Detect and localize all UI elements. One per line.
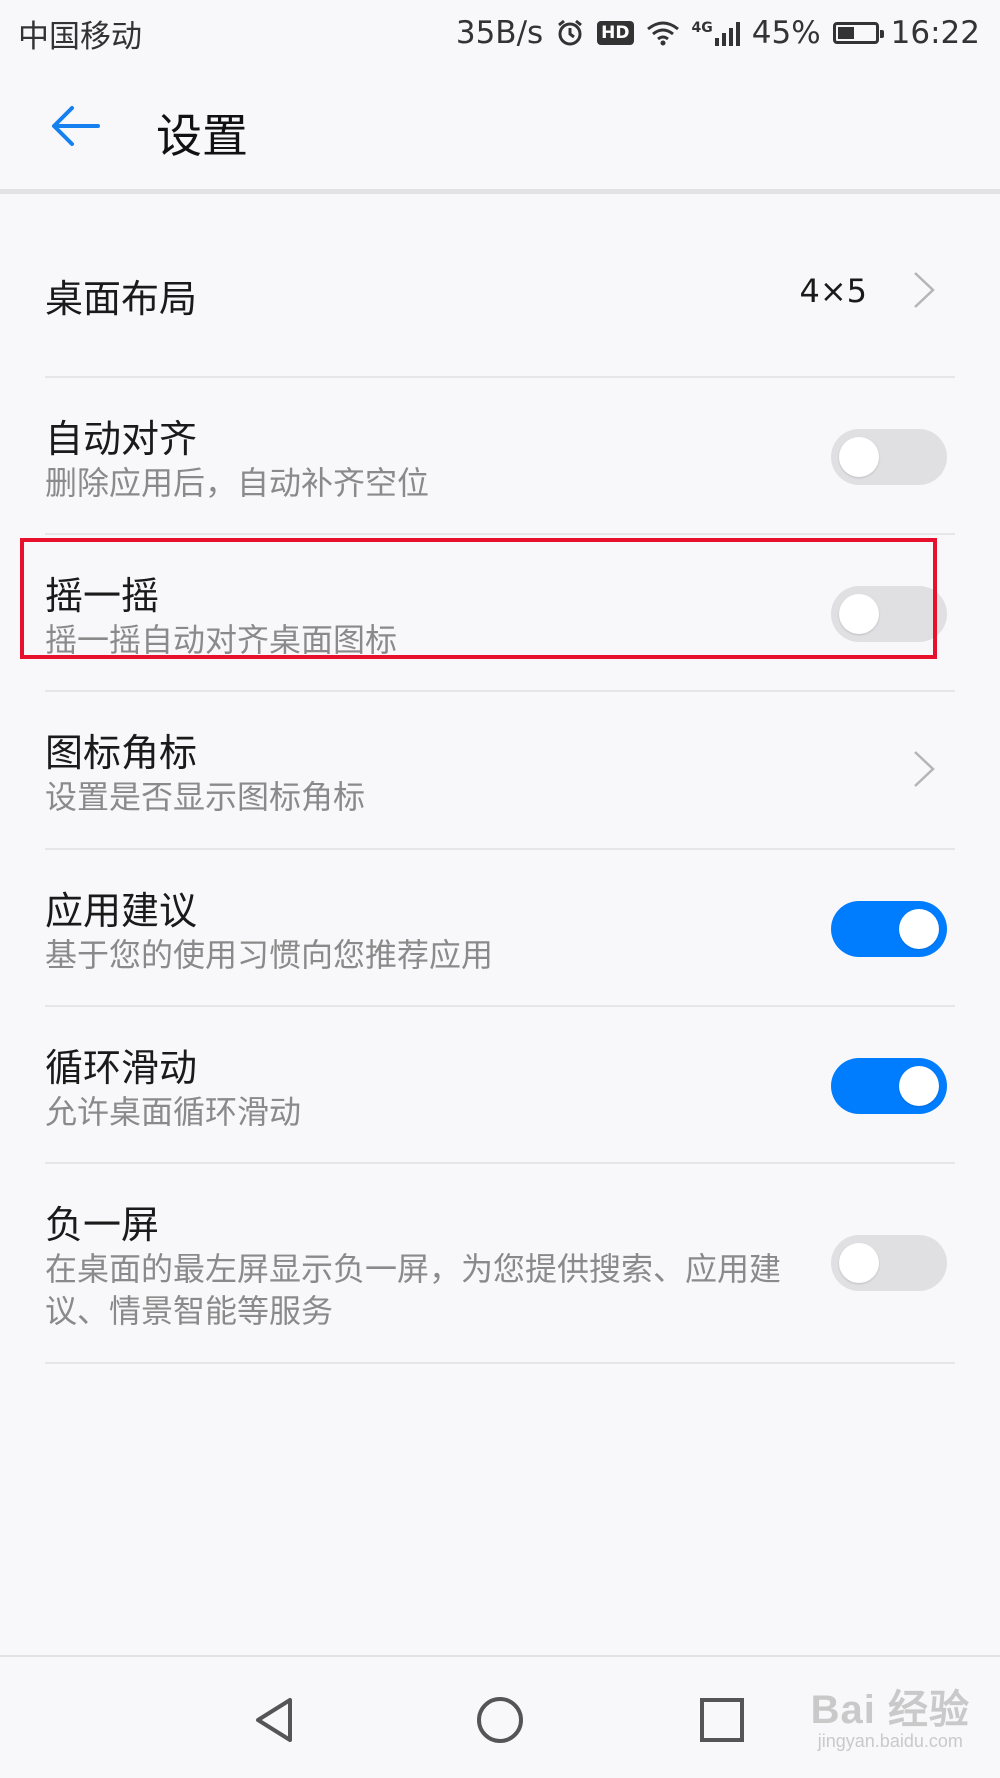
settings-list: 桌面布局 4×5 自动对齐 删除应用后，自动补齐空位 摇一摇 摇一摇自动对齐桌面… (45, 198, 955, 1364)
setting-shake[interactable]: 摇一摇 摇一摇自动对齐桌面图标 (45, 535, 955, 692)
watermark-sub: jingyan.baidu.com (817, 1731, 963, 1751)
toggle-knob (899, 909, 939, 949)
setting-title: 应用建议 (45, 889, 198, 933)
nav-recents-icon[interactable] (694, 1692, 750, 1748)
toggle-knob (839, 594, 879, 634)
chevron-right-icon (914, 751, 935, 787)
status-bar: 中国移动 35B/s HD 4G 45% 16:22 (0, 0, 1000, 66)
setting-loop-scroll[interactable]: 循环滑动 允许桌面循环滑动 (45, 1007, 955, 1164)
hd-badge: HD (597, 21, 634, 45)
minus-one-screen-toggle[interactable] (831, 1235, 947, 1291)
setting-auto-align[interactable]: 自动对齐 删除应用后，自动补齐空位 (45, 378, 955, 535)
auto-align-toggle[interactable] (831, 429, 947, 485)
setting-icon-badge[interactable]: 图标角标 设置是否显示图标角标 (45, 692, 955, 850)
setting-subtitle: 设置是否显示图标角标 (45, 778, 366, 816)
net-speed: 35B/s (455, 15, 544, 51)
back-arrow-icon[interactable] (46, 96, 106, 156)
setting-subtitle: 删除应用后，自动补齐空位 (45, 464, 430, 502)
page-title: 设置 (156, 109, 248, 163)
toggle-knob (839, 1243, 879, 1283)
baidu-jingyan-watermark: Bai 经验 jingyan.baidu.com (811, 1677, 970, 1752)
setting-title: 循环滑动 (45, 1046, 198, 1090)
setting-subtitle: 允许桌面循环滑动 (45, 1093, 302, 1131)
setting-title: 自动对齐 (45, 417, 198, 461)
setting-value: 4×5 (799, 272, 867, 310)
setting-title: 摇一摇 (45, 574, 160, 618)
setting-title: 负一屏 (45, 1203, 160, 1247)
app-bar: 设置 (0, 66, 1000, 194)
setting-title: 图标角标 (45, 731, 198, 775)
setting-title: 桌面布局 (45, 277, 198, 321)
watermark-main: Bai 经验 (810, 1688, 970, 1732)
network-type: 4G (691, 20, 713, 36)
navigation-bar: Bai 经验 jingyan.baidu.com (0, 1655, 1000, 1778)
shake-toggle[interactable] (831, 586, 947, 642)
battery-icon (832, 22, 884, 44)
setting-desktop-layout[interactable]: 桌面布局 4×5 (45, 198, 955, 378)
setting-minus-one-screen[interactable]: 负一屏 在桌面的最左屏显示负一屏，为您提供搜索、应用建议、情景智能等服务 (45, 1164, 955, 1364)
carrier-label: 中国移动 (18, 18, 142, 55)
nav-back-icon[interactable] (250, 1692, 306, 1748)
alarm-icon (558, 19, 583, 46)
setting-subtitle: 在桌面的最左屏显示负一屏，为您提供搜索、应用建议、情景智能等服务 (45, 1250, 782, 1330)
setting-subtitle: 基于您的使用习惯向您推荐应用 (45, 936, 494, 974)
status-icons: 35B/s HD 4G 45% 16:22 (456, 15, 980, 51)
battery-percent: 45% (751, 15, 821, 51)
app-suggestions-toggle[interactable] (831, 901, 947, 957)
loop-scroll-toggle[interactable] (831, 1058, 947, 1114)
chevron-right-icon (914, 272, 935, 308)
setting-subtitle: 摇一摇自动对齐桌面图标 (45, 621, 398, 659)
wifi-icon (646, 21, 679, 46)
signal-icon: 4G (692, 20, 740, 46)
nav-home-icon[interactable] (472, 1692, 528, 1748)
clock: 16:22 (890, 15, 980, 51)
toggle-knob (899, 1066, 939, 1106)
setting-app-suggestions[interactable]: 应用建议 基于您的使用习惯向您推荐应用 (45, 850, 955, 1007)
toggle-knob (839, 437, 879, 477)
